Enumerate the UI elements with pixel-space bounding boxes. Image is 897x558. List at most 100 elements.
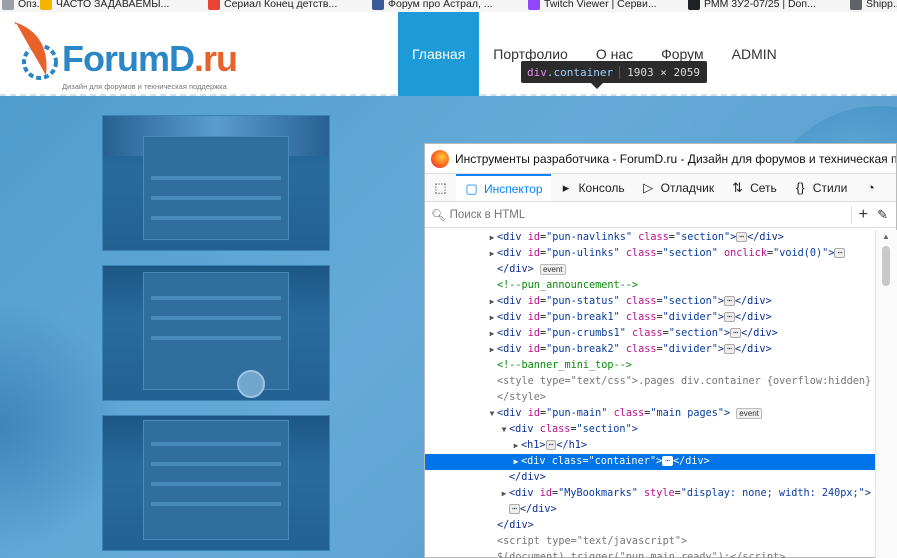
expand-toggle-icon[interactable]: ▶ (487, 230, 497, 246)
dom-node[interactable]: ▶ <div id="pun-break1" class="divider"> ⋯ <… (425, 310, 875, 326)
dom-node-markup: <div id="pun-crumbs1" class="section"> ⋯ <… (497, 328, 778, 339)
favicon-icon (208, 0, 220, 10)
dom-node[interactable]: $(document).trigger("pun_main_ready");</… (425, 550, 875, 558)
inspector-icon: ▢ (465, 180, 478, 196)
dom-node[interactable]: ⋯ </div> (425, 502, 875, 518)
expand-toggle-icon[interactable]: ▶ (499, 486, 509, 502)
bookmark-label: Twitch Viewer | Серви... (544, 0, 657, 10)
eyedropper-icon[interactable]: ✎ (877, 207, 888, 223)
devtools-tab[interactable]: {} Стили (785, 174, 856, 201)
dom-node-markup: <script type="text/javascript"> (497, 536, 688, 547)
expand-toggle-icon[interactable]: ▼ (499, 422, 509, 438)
pick-element-icon: ⬚ (434, 179, 447, 195)
dom-node-markup: <div id="MyBookmarks" style="display: no… (509, 488, 871, 499)
debugger-icon: ▷ (643, 179, 654, 195)
dom-node[interactable]: <!--banner_mini_top--> (425, 358, 875, 374)
dom-node[interactable]: </style> (425, 390, 875, 406)
dom-node[interactable]: ▶ <div id="pun-navlinks" class="section">… (425, 230, 875, 246)
network-icon: ⇅ (732, 179, 744, 195)
devtools-tab[interactable]: ⇅ Сеть (722, 174, 785, 201)
dom-node[interactable]: </div> (425, 470, 875, 486)
dom-node[interactable]: ▶ <div id="pun-status" class="section"> ⋯ <… (425, 294, 875, 310)
expand-toggle-icon[interactable]: ▶ (487, 342, 497, 358)
expand-toggle-icon[interactable]: ▶ (511, 454, 521, 470)
dom-node[interactable]: ▶ <div id="MyBookmarks" style="display: n… (425, 486, 875, 502)
dom-node-markup: </div> (509, 472, 546, 483)
devtools-window: Инструменты разработчика - ForumD.ru - Д… (424, 143, 897, 558)
site-header: ForumD.ru Дизайн для форумов и техническ… (0, 12, 897, 96)
expand-toggle-icon[interactable]: ▶ (487, 246, 497, 262)
expand-toggle-icon[interactable]: ▶ (487, 326, 497, 342)
bookmark-item[interactable]: Twitch Viewer | Серви... (528, 0, 657, 10)
devtools-title: Инструменты разработчика - ForumD.ru - Д… (455, 151, 896, 166)
dom-node[interactable]: ▶ <div id="pun-break2" class="divider"> ⋯ <… (425, 342, 875, 358)
favicon-icon (2, 0, 14, 10)
dom-node[interactable]: <script type="text/javascript"> (425, 534, 875, 550)
add-node-icon[interactable]: + (859, 206, 868, 224)
expand-toggle-icon[interactable]: ▼ (487, 406, 497, 422)
devtools-tab[interactable]: ▷ Отладчик (633, 174, 722, 201)
dom-node-markup: </div> (497, 520, 534, 531)
bookmark-label: Shipp... (866, 0, 897, 10)
nav-item[interactable]: Форум (647, 12, 718, 96)
search-icon: 🔍︎ (431, 209, 446, 222)
dom-node-markup: <div id="pun-main" class="main pages"> e… (497, 407, 762, 419)
dom-node[interactable]: </div> event (425, 262, 875, 278)
bookmark-item[interactable]: Опз... (2, 0, 45, 10)
tooltip-dimensions: 1903 × 2059 (627, 65, 700, 79)
dom-node-markup: </style> (497, 392, 547, 403)
favicon-icon (40, 0, 52, 10)
nav-item[interactable]: Портфолио (479, 12, 582, 96)
dom-node-markup: <div class="section"> (509, 424, 638, 435)
performance-icon: ◔ (866, 180, 875, 195)
devtools-tab-label: Отладчик (660, 180, 715, 195)
nav-item[interactable]: ADMIN (718, 12, 791, 96)
devtools-tabs: ⬚ ▢ Инспектор ▸ Консоль ▷ Отладчик ⇅ Сеть {} Стили… (425, 174, 896, 202)
logo-tagline: Дизайн для форумов и техническая поддерж… (62, 82, 227, 91)
bookmark-item[interactable]: Форум про Астрал, ... (372, 0, 493, 10)
bookmark-label: ЧАСТО ЗАДАВАЕМЫ... (56, 0, 170, 10)
dom-node-markup: <div id="pun-status" class="section"> ⋯ </… (497, 296, 772, 307)
favicon-icon (688, 0, 700, 10)
bookmark-item[interactable]: ЧАСТО ЗАДАВАЕМЫ... (40, 0, 169, 10)
dom-node[interactable]: ▶ <div id="pun-ulinks" class="section" on… (425, 246, 875, 262)
devtools-titlebar: Инструменты разработчика - ForumD.ru - Д… (425, 144, 896, 174)
html-search[interactable]: 🔍︎ Поиск в HTML + ✎ (425, 202, 896, 228)
expand-toggle-icon[interactable]: ▶ (511, 438, 521, 454)
dom-node-markup: <div class="container"> ⋯ </div> (521, 456, 710, 467)
bookmark-label: Сериал Конец детств... (224, 0, 338, 10)
site-logo[interactable]: ForumD.ru Дизайн для форумов и техническ… (6, 16, 238, 96)
dom-node-markup: <h1> ⋯ </h1> (521, 440, 588, 451)
dom-node[interactable]: <!--pun_announcement--> (425, 278, 875, 294)
devtools-tab-label: Инспектор (484, 181, 543, 196)
nav-item[interactable]: Главная (398, 12, 480, 96)
bookmark-item[interactable]: Shipp... (850, 0, 897, 10)
devtools-tab[interactable]: ▢ Инспектор (456, 174, 551, 201)
dom-node-markup: <!--pun_announcement--> (497, 280, 639, 291)
dom-node[interactable]: </div> (425, 518, 875, 534)
tooltip-selector: div.container (521, 65, 621, 79)
bookmark-item[interactable]: Сериал Конец детств... (208, 0, 337, 10)
devtools-tab[interactable]: ▸ Консоль (551, 174, 633, 201)
expand-toggle-icon[interactable]: ▶ (487, 294, 497, 310)
style-editor-icon: {} (795, 180, 805, 195)
dom-node-markup: <div id="pun-break1" class="divider"> ⋯ </… (497, 312, 772, 323)
bookmark-item[interactable]: РММ 3У2-07/25 | Dоп... (688, 0, 816, 10)
devtools-tab[interactable]: ◔ (855, 174, 886, 201)
dom-node-markup: <style type="text/css">.pages div.contai… (497, 376, 872, 387)
dom-tree[interactable]: ▶ <div id="pun-navlinks" class="section">… (425, 230, 875, 558)
dom-node[interactable]: ▶ <div class="container"> ⋯ </div> (425, 454, 875, 470)
search-input[interactable]: Поиск в HTML (450, 209, 526, 221)
dom-node-markup: <!--banner_mini_top--> (497, 360, 632, 371)
dom-node[interactable]: ▼ <div class="section"> (425, 422, 875, 438)
logo-text: ForumD.ru (62, 38, 238, 79)
devtools-tab[interactable]: ⬚ (425, 174, 456, 201)
dom-tree-scrollbar[interactable]: ▲ (875, 230, 897, 558)
expand-toggle-icon[interactable]: ▶ (487, 310, 497, 326)
dom-node[interactable]: ▶ <h1> ⋯ </h1> (425, 438, 875, 454)
dom-node[interactable]: <style type="text/css">.pages div.contai… (425, 374, 875, 390)
bookmarks-bar: Опз... ЧАСТО ЗАДАВАЕМЫ... Сериал Конец дет… (0, 0, 897, 12)
favicon-icon (372, 0, 384, 10)
dom-node[interactable]: ▼ <div id="pun-main" class="main pages"> … (425, 406, 875, 422)
dom-node[interactable]: ▶ <div id="pun-crumbs1" class="section"> ⋯… (425, 326, 875, 342)
